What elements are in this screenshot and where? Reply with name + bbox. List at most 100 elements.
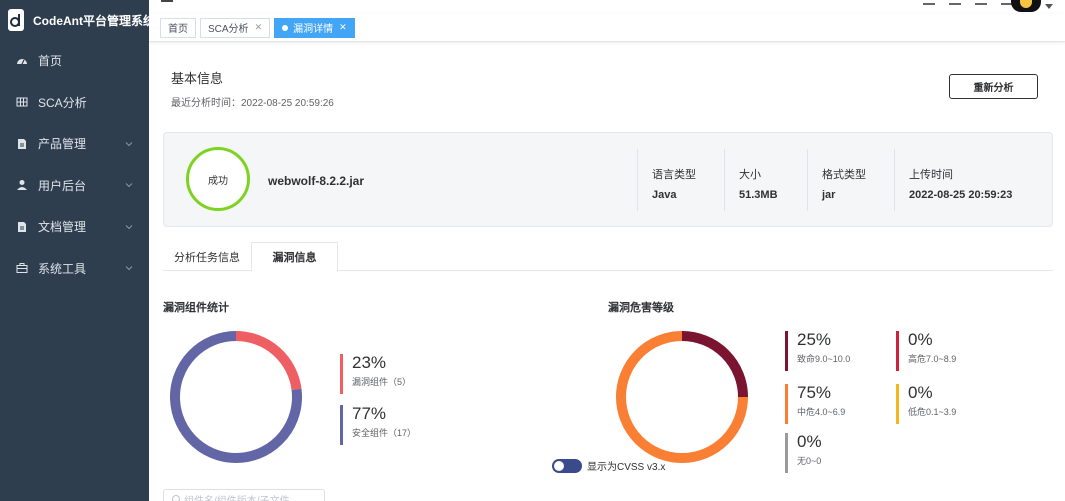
component-stats-title: 漏洞组件统计 bbox=[163, 302, 229, 314]
stat-label: 高危7.0~8.9 bbox=[908, 354, 957, 364]
stat-label: 漏洞组件（5） bbox=[352, 377, 412, 387]
stat-high: 0% 高危7.0~8.9 bbox=[896, 331, 956, 371]
sidebar-item-label: 用户后台 bbox=[38, 178, 87, 193]
cvss-toggle-label: 显示为CVSS v3.x bbox=[587, 462, 666, 473]
chevron-down-icon bbox=[125, 183, 133, 188]
tab-label: SCA分析 bbox=[208, 24, 249, 35]
sidebar: CodeAnt平台管理系统 首页 SCA分析 产品管理 用户后台 文档管理 系统… bbox=[0, 0, 155, 501]
help-icon[interactable] bbox=[975, 0, 987, 5]
github-icon[interactable] bbox=[949, 0, 961, 5]
info-format: 格式类型 jar bbox=[807, 149, 866, 211]
file-name: webwolf-8.2.2.jar bbox=[268, 174, 365, 188]
info-key: 上传时间 bbox=[909, 169, 953, 181]
stat-percent: 0% bbox=[908, 330, 933, 349]
tab-vuln-info[interactable]: 漏洞信息 bbox=[251, 242, 338, 272]
info-value: jar bbox=[822, 189, 836, 201]
stat-label: 低危0.1~3.9 bbox=[908, 407, 957, 417]
document-icon bbox=[16, 138, 28, 150]
info-key: 大小 bbox=[739, 169, 761, 181]
stat-none: 0% 无0~0 bbox=[785, 433, 822, 473]
cvss-toggle-wrap: 显示为CVSS v3.x bbox=[552, 458, 665, 473]
tab-label: 首页 bbox=[168, 24, 188, 35]
last-analysis-time: 最近分析时间：2022-08-25 20:59:26 bbox=[171, 98, 334, 109]
stat-safe-components: 77% 安全组件（17） bbox=[340, 405, 416, 445]
avatar[interactable] bbox=[1011, 0, 1041, 12]
stat-percent: 75% bbox=[797, 383, 832, 402]
severity-donut-chart bbox=[616, 331, 748, 463]
sidebar-item-user[interactable]: 用户后台 bbox=[0, 165, 149, 207]
detail-tabs: 分析任务信息 漏洞信息 bbox=[163, 242, 1053, 272]
tab-sca[interactable]: SCA分析 ✕ bbox=[200, 17, 271, 38]
info-key: 格式类型 bbox=[822, 169, 866, 181]
sidebar-item-label: 文档管理 bbox=[38, 220, 87, 235]
brand: CodeAnt平台管理系统 bbox=[0, 0, 155, 40]
navbar-tools bbox=[923, 0, 1013, 5]
sidebar-item-label: SCA分析 bbox=[38, 95, 87, 110]
hamburger-icon[interactable] bbox=[161, 0, 173, 4]
reanalyze-button[interactable]: 重新分析 bbox=[949, 74, 1038, 99]
search-icon[interactable] bbox=[923, 0, 935, 5]
stat-percent: 23% bbox=[352, 353, 387, 372]
tab-vuln-detail[interactable]: 漏洞详情 ✕ bbox=[274, 17, 355, 38]
tab-home[interactable]: 首页 bbox=[160, 17, 196, 38]
sidebar-item-label: 首页 bbox=[38, 54, 63, 69]
active-dot-icon bbox=[282, 24, 289, 31]
sidebar-item-tools[interactable]: 系统工具 bbox=[0, 248, 149, 290]
info-language: 语言类型 Java bbox=[637, 149, 696, 211]
app-title: CodeAnt平台管理系统 bbox=[33, 13, 155, 28]
stat-percent: 77% bbox=[352, 404, 387, 423]
sidebar-item-sca[interactable]: SCA分析 bbox=[0, 82, 149, 124]
stat-medium: 75% 中危4.0~6.9 bbox=[785, 384, 845, 424]
component-search-input[interactable]: 组件名/组件版本/子文件... bbox=[163, 489, 325, 501]
top-navbar bbox=[149, 0, 1065, 14]
tab-task-info[interactable]: 分析任务信息 bbox=[163, 242, 251, 271]
component-donut-chart bbox=[170, 331, 302, 463]
toolbox-icon bbox=[16, 262, 28, 274]
tab-label: 漏洞详情 bbox=[293, 24, 334, 35]
status-badge: 成功 bbox=[186, 147, 250, 211]
sidebar-item-product[interactable]: 产品管理 bbox=[0, 123, 149, 165]
file-info-card: 成功 webwolf-8.2.2.jar 语言类型 Java 大小 51.3MB… bbox=[163, 132, 1053, 227]
stat-low: 0% 低危0.1~3.9 bbox=[896, 384, 956, 424]
main-content: 基本信息 最近分析时间：2022-08-25 20:59:26 重新分析 成功 … bbox=[149, 43, 1065, 501]
sidebar-item-label: 产品管理 bbox=[38, 137, 87, 152]
info-upload-time: 上传时间 2022-08-25 20:59:23 bbox=[894, 149, 1012, 211]
document-icon bbox=[16, 221, 28, 233]
info-value: 51.3MB bbox=[739, 189, 778, 201]
stat-label: 中危4.0~6.9 bbox=[797, 407, 846, 417]
tags-view: 首页 SCA分析 ✕ 漏洞详情 ✕ bbox=[149, 14, 1065, 42]
stat-vuln-components: 23% 漏洞组件（5） bbox=[340, 354, 411, 394]
grid-icon bbox=[16, 96, 28, 108]
close-icon[interactable]: ✕ bbox=[339, 22, 347, 33]
stat-label: 安全组件（17） bbox=[352, 428, 417, 438]
user-icon bbox=[16, 179, 28, 191]
caret-down-icon[interactable] bbox=[1045, 4, 1053, 9]
chevron-down-icon bbox=[125, 266, 133, 271]
stat-percent: 25% bbox=[797, 330, 832, 349]
severity-title: 漏洞危害等级 bbox=[608, 302, 674, 314]
info-value: 2022-08-25 20:59:23 bbox=[909, 189, 1013, 201]
info-value: Java bbox=[652, 189, 677, 201]
stat-label: 致命9.0~10.0 bbox=[797, 354, 851, 364]
stat-percent: 0% bbox=[797, 432, 822, 451]
close-icon[interactable]: ✕ bbox=[255, 22, 263, 33]
chevron-down-icon bbox=[125, 141, 133, 146]
cvss-toggle[interactable] bbox=[552, 458, 582, 473]
sidebar-item-label: 系统工具 bbox=[38, 261, 87, 276]
app-logo-icon bbox=[8, 9, 24, 31]
search-icon bbox=[172, 495, 180, 501]
info-size: 大小 51.3MB bbox=[724, 149, 778, 211]
status-text: 成功 bbox=[208, 175, 228, 187]
donut-slice-0[interactable] bbox=[681, 331, 748, 398]
stat-percent: 0% bbox=[908, 383, 933, 402]
search-placeholder: 组件名/组件版本/子文件... bbox=[184, 495, 298, 501]
sidebar-item-docs[interactable]: 文档管理 bbox=[0, 206, 149, 248]
sidebar-item-home[interactable]: 首页 bbox=[0, 40, 149, 82]
page-title: 基本信息 bbox=[171, 71, 224, 86]
info-key: 语言类型 bbox=[652, 169, 696, 181]
dashboard-icon bbox=[16, 55, 28, 67]
stat-critical: 25% 致命9.0~10.0 bbox=[785, 331, 850, 371]
chevron-down-icon bbox=[125, 224, 133, 229]
stat-label: 无0~0 bbox=[797, 456, 822, 466]
donut-slice-0[interactable] bbox=[235, 331, 302, 391]
